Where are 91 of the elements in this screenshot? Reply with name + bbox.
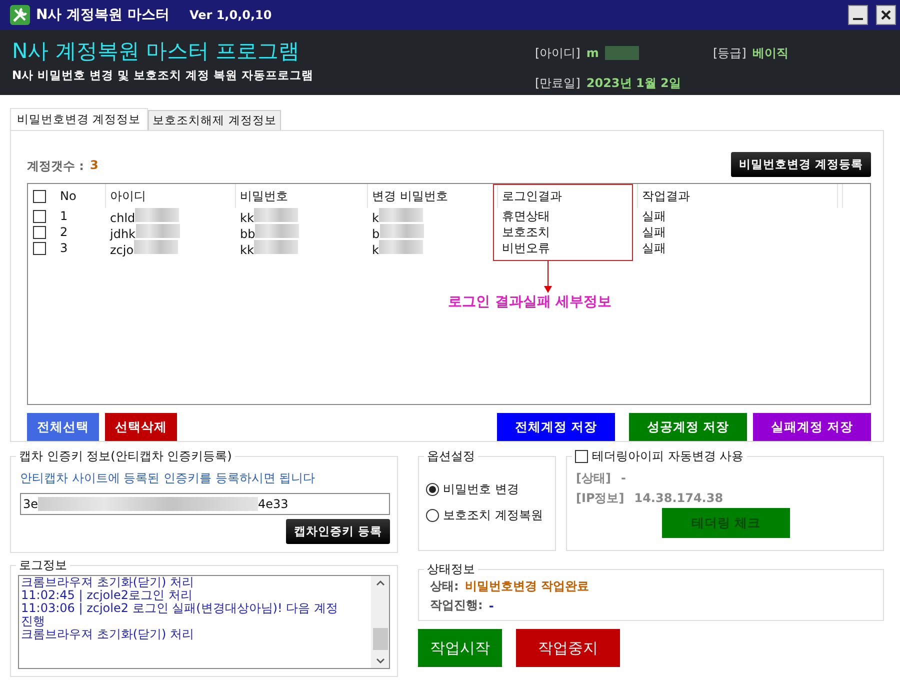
- group-title: 옵션설정: [424, 448, 478, 464]
- radio-label[interactable]: 보호조치 계정복원: [443, 506, 543, 524]
- arrow: [543, 261, 553, 293]
- scroll-thumb[interactable]: [372, 628, 388, 650]
- action-button[interactable]: 작업시작: [418, 629, 502, 667]
- checkbox[interactable]: [33, 226, 46, 238]
- close-button[interactable]: [876, 5, 896, 25]
- group-title: 상태정보: [424, 561, 478, 577]
- window-title: N사 계정복원 마스터: [36, 6, 170, 24]
- radio-button[interactable]: [426, 482, 439, 496]
- scrollbar[interactable]: [371, 576, 389, 668]
- group-title: 캡차 인증키 정보(안티캡차 인증키등록): [16, 448, 235, 464]
- blur-mask: [378, 240, 423, 254]
- tab[interactable]: 비밀번호변경 계정정보: [10, 108, 148, 130]
- blur-mask: [255, 224, 300, 238]
- ip-value: 14.38.174.38: [634, 491, 724, 505]
- table-cell: kk: [240, 240, 298, 256]
- table-cell: 1: [60, 209, 68, 223]
- group-title: 로그정보: [16, 557, 70, 573]
- blur-mask: [254, 240, 298, 254]
- table-cell: k: [372, 208, 423, 224]
- count-value: 3: [90, 158, 98, 174]
- list-button[interactable]: 전체선택: [27, 413, 99, 441]
- save-button[interactable]: 전체계정 저장: [497, 413, 615, 441]
- save-button[interactable]: 성공계정 저장: [629, 413, 747, 441]
- table-cell: b: [372, 224, 424, 240]
- state-value: -: [620, 471, 626, 485]
- table-cell: 2: [60, 225, 68, 239]
- field-value: 베이직: [752, 44, 788, 62]
- checkbox[interactable]: [575, 450, 588, 462]
- field-value: m: [586, 46, 599, 60]
- radio-button[interactable]: [426, 508, 439, 522]
- field-value: 2023년 1월 2일: [586, 75, 681, 92]
- blur-mask: [136, 224, 180, 238]
- blur-mask: [254, 208, 298, 222]
- table-cell: k: [372, 240, 423, 256]
- status-label: 상태:: [430, 578, 459, 595]
- log-line: 크롬브라우져 초기화(닫기) 처리: [21, 576, 195, 589]
- field-label: [등급]: [713, 44, 746, 62]
- blur-mask: [604, 46, 639, 60]
- list-button[interactable]: 선택삭제: [105, 413, 177, 441]
- table-cell: chld: [110, 208, 180, 224]
- table-cell: 실패: [642, 208, 666, 224]
- progress-value: -: [488, 598, 494, 612]
- blur-mask: [378, 208, 423, 222]
- column-header[interactable]: 작업결과: [638, 184, 838, 208]
- table-cell: 비번오류: [502, 240, 550, 256]
- table-cell: 실패: [642, 240, 666, 256]
- log-line: 11:02:45 | zcjole2로그인 처리: [21, 589, 194, 602]
- status-value: 비밀번호변경 작업완료: [464, 578, 589, 595]
- version-label: Ver 1,0,0,10: [189, 8, 272, 22]
- register-key-button[interactable]: 캡차인증키 등록: [286, 519, 390, 544]
- blur-mask: [134, 240, 178, 254]
- table-cell: 휴면상태: [502, 208, 550, 224]
- checkbox[interactable]: [33, 242, 46, 254]
- field-label: [만료일]: [535, 75, 580, 92]
- table-cell: jdhk: [110, 224, 180, 240]
- table-cell: kk: [240, 208, 298, 224]
- program-title: N사 계정복원 마스터 프로그램: [12, 38, 301, 64]
- checkbox[interactable]: [33, 190, 46, 202]
- tab[interactable]: 보호조치해제 계정정보: [148, 110, 282, 130]
- close-icon: [880, 9, 892, 21]
- action-button[interactable]: 작업중지: [516, 629, 620, 667]
- key-field[interactable]: 3e 4e33: [20, 493, 390, 515]
- register-button[interactable]: 비밀번호변경 계정등록: [730, 152, 871, 177]
- table-cell: 실패: [642, 224, 666, 240]
- wrench-icon: [10, 5, 30, 25]
- annotation-text: 로그인 결과실패 세부정보: [448, 293, 612, 311]
- checkbox-label[interactable]: 테더링아이피 자동변경 사용: [592, 448, 744, 464]
- log-line: 11:03:06 | zcjole2 로그인 실패(변경대상아님)! 다음 계정진행: [21, 602, 339, 628]
- table-cell: zcjo: [110, 240, 178, 256]
- minimize-button[interactable]: [848, 5, 868, 25]
- column-header[interactable]: 로그인결과: [498, 184, 638, 208]
- state-label: [상태]: [576, 470, 611, 486]
- table-cell: 3: [60, 241, 68, 255]
- count-label: 계정갯수 :: [27, 158, 84, 175]
- program-subtitle: N사 비밀번호 변경 및 보호조치 계정 복원 자동프로그램: [12, 68, 315, 83]
- save-button[interactable]: 실패계정 저장: [753, 413, 871, 441]
- ip-label: [IP정보]: [576, 490, 624, 506]
- table-cell: 보호조치: [502, 224, 550, 240]
- hint-text: 안티캡차 사이트에 등록된 인증키를 등록하시면 됩니다: [20, 470, 316, 487]
- blur-mask: [135, 208, 180, 222]
- log-line: 크롬브라우져 초기화(닫기) 처리: [21, 628, 195, 641]
- checkbox[interactable]: [33, 210, 46, 222]
- minimize-icon: [853, 18, 863, 20]
- table-cell: bb: [240, 224, 300, 240]
- radio-label[interactable]: 비밀번호 변경: [443, 480, 519, 498]
- progress-label: 작업진행:: [430, 597, 483, 614]
- column-header[interactable]: No: [56, 184, 106, 208]
- field-label: [아이디]: [535, 44, 580, 62]
- blur-mask: [380, 224, 424, 238]
